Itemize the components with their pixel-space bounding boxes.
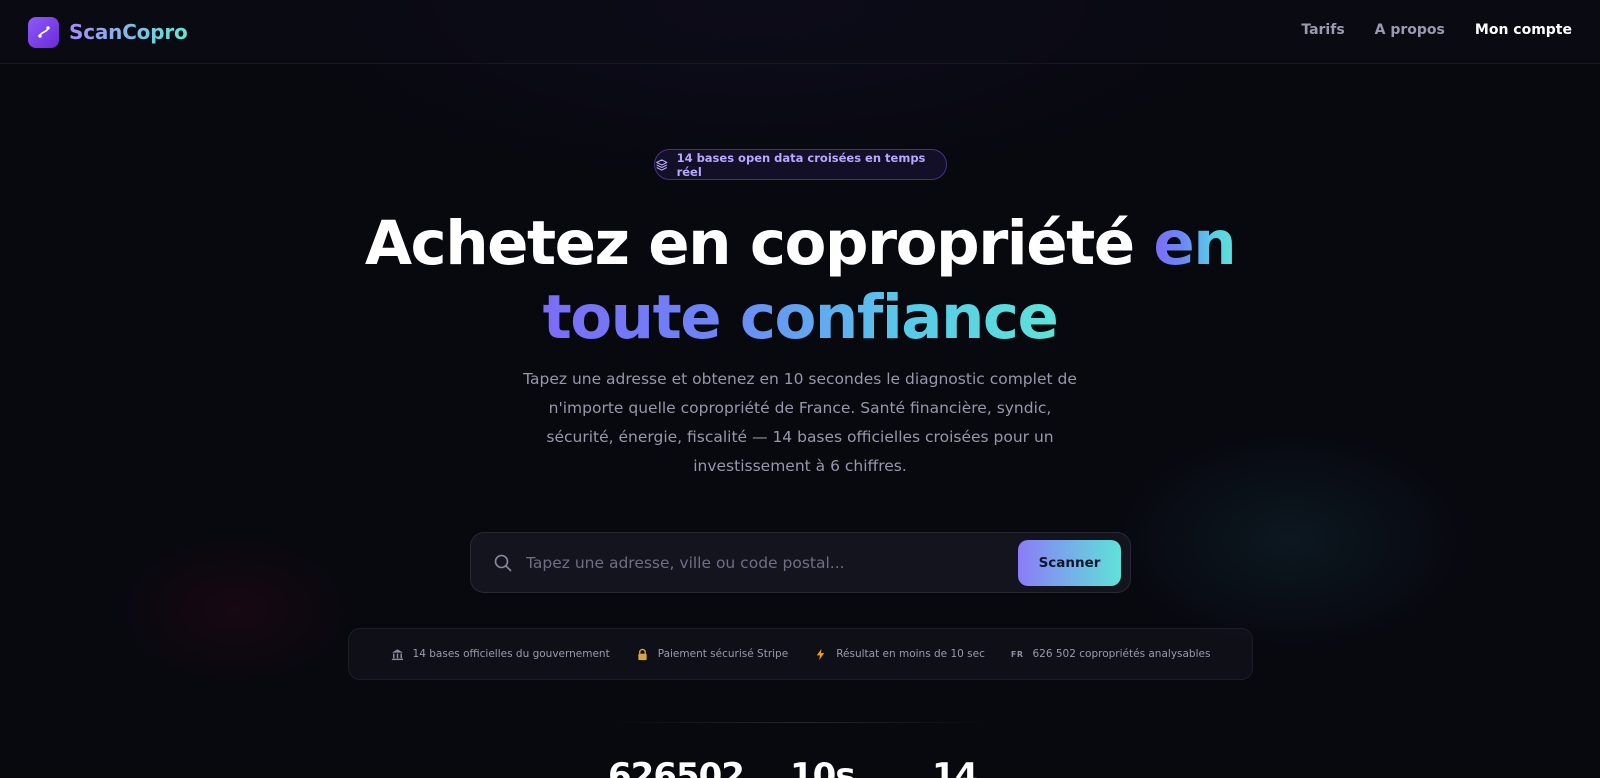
bank-icon	[391, 648, 403, 660]
top-nav: ScanCopro Tarifs A propos Mon compte	[0, 0, 1600, 64]
trust-item-sources: 14 bases officielles du gouvernement	[391, 648, 610, 661]
trust-text: Paiement sécurisé Stripe	[657, 648, 789, 660]
brand-name: ScanCopro	[69, 20, 188, 44]
lock-icon	[638, 648, 647, 660]
hero-subtitle: Tapez une adresse et obtenez en 10 secon…	[523, 370, 1077, 475]
hero-title-accent-1: en	[1153, 208, 1236, 279]
data-sources-badge: 14 bases open data croisées en temps rée…	[654, 149, 947, 180]
nav-link-tarifs[interactable]: Tarifs	[1301, 22, 1344, 38]
search-icon	[494, 554, 512, 572]
hero-title: Achetez en copropriété en toute confianc…	[0, 207, 1600, 355]
search-input[interactable]	[526, 545, 986, 581]
stat-value-sources: 14	[932, 756, 978, 778]
trust-bar: 14 bases officielles du gouvernement Pai…	[348, 628, 1253, 680]
badge-text: 14 bases open data croisées en temps rée…	[676, 150, 926, 179]
stats-row: 626502 10s 14	[0, 756, 1600, 778]
trust-text: 14 bases officielles du gouvernement	[412, 648, 610, 660]
trust-item-coverage: FR 626 502 copropriétés analysables	[1011, 648, 1211, 660]
trust-text: 626 502 copropriétés analysables	[1032, 648, 1211, 660]
layers-icon	[656, 158, 668, 171]
trust-text: Résultat en moins de 10 sec	[836, 648, 985, 660]
brand[interactable]: ScanCopro	[28, 16, 188, 48]
hero-title-accent-2: toute confiance	[542, 282, 1059, 353]
section-divider	[608, 722, 992, 723]
fr-flag-icon: FR	[1010, 649, 1024, 659]
nav-link-account[interactable]: Mon compte	[1475, 22, 1572, 38]
nav-links: Tarifs A propos Mon compte	[1271, 22, 1572, 38]
search-bar: Scanner	[470, 532, 1131, 593]
logo-icon	[28, 16, 59, 48]
stat-value-seconds: 10s	[790, 756, 856, 778]
trust-item-speed: Résultat en moins de 10 sec	[814, 648, 985, 661]
bolt-icon	[816, 648, 825, 660]
stat-value-copros: 626502	[608, 756, 745, 778]
nav-link-a-propos[interactable]: A propos	[1375, 22, 1445, 38]
trust-item-payment: Paiement sécurisé Stripe	[636, 648, 788, 661]
hero-title-plain: Achetez en copropriété	[364, 208, 1154, 279]
landing-page: ScanCopro Tarifs A propos Mon compte 14 …	[0, 0, 1600, 778]
scan-button[interactable]: Scanner	[1018, 540, 1121, 586]
